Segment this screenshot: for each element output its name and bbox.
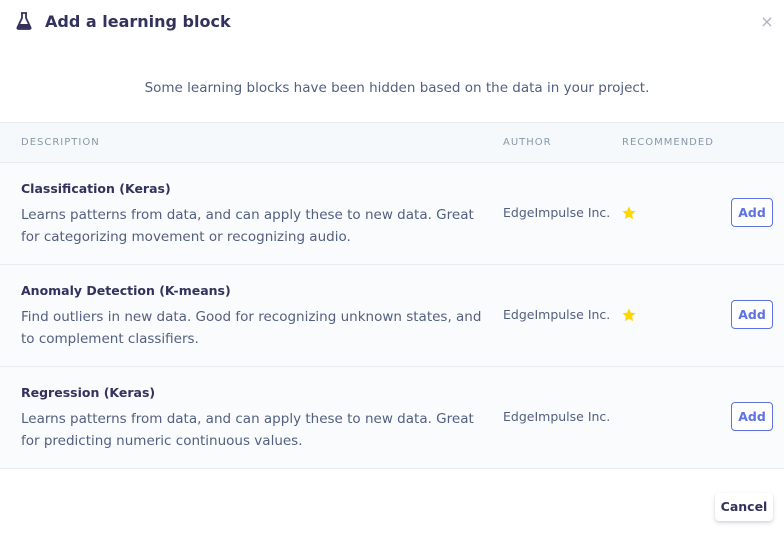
modal-header: Add a learning block × bbox=[0, 0, 784, 44]
add-button[interactable]: Add bbox=[731, 402, 773, 431]
table-body: Classification (Keras) Learns patterns f… bbox=[0, 163, 784, 469]
flask-icon bbox=[16, 12, 32, 30]
block-title: Regression (Keras) bbox=[21, 385, 156, 400]
table-row: Anomaly Detection (K-means) Find outlier… bbox=[0, 265, 784, 367]
add-button[interactable]: Add bbox=[731, 198, 773, 227]
table-row: Classification (Keras) Learns patterns f… bbox=[0, 163, 784, 265]
block-description: Learns patterns from data, and can apply… bbox=[21, 411, 474, 449]
table-header: DESCRIPTION AUTHOR RECOMMENDED bbox=[0, 122, 784, 163]
block-title: Classification (Keras) bbox=[21, 181, 171, 196]
cancel-button[interactable]: Cancel bbox=[715, 493, 773, 521]
star-icon bbox=[622, 206, 636, 220]
close-icon[interactable]: × bbox=[759, 12, 775, 32]
table-row: Regression (Keras) Learns patterns from … bbox=[0, 367, 784, 469]
block-description: Learns patterns from data, and can apply… bbox=[21, 207, 474, 245]
add-button[interactable]: Add bbox=[731, 300, 773, 329]
block-author: EdgeImpulse Inc. bbox=[503, 205, 611, 220]
column-header-recommended: RECOMMENDED bbox=[622, 137, 714, 148]
block-author: EdgeImpulse Inc. bbox=[503, 307, 611, 322]
star-icon bbox=[622, 308, 636, 322]
modal-title: Add a learning block bbox=[45, 12, 231, 31]
block-author: EdgeImpulse Inc. bbox=[503, 409, 611, 424]
column-header-description: DESCRIPTION bbox=[21, 137, 100, 148]
block-description: Find outliers in new data. Good for reco… bbox=[21, 309, 482, 347]
block-title: Anomaly Detection (K-means) bbox=[21, 283, 231, 298]
learning-blocks-table: DESCRIPTION AUTHOR RECOMMENDED Classific… bbox=[0, 122, 784, 469]
hidden-blocks-notice: Some learning blocks have been hidden ba… bbox=[144, 80, 650, 96]
column-header-author: AUTHOR bbox=[503, 137, 552, 148]
